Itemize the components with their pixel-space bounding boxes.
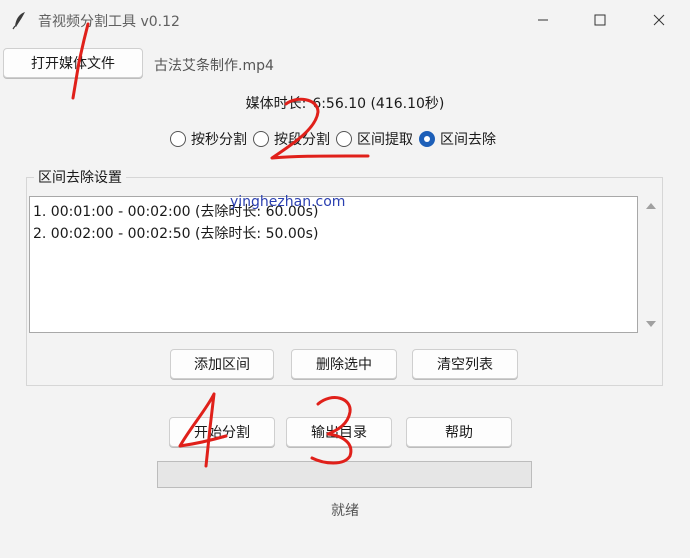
window-title: 音视频分割工具 v0.12 — [38, 14, 180, 30]
output-dir-button[interactable]: 输出目录 — [286, 417, 392, 447]
watermark-text: yinghezhan.com — [230, 194, 346, 210]
duration-value: 6:56.10 (416.10秒) — [312, 96, 445, 112]
radio-label: 按段分割 — [274, 132, 330, 148]
radio-split-by-segments[interactable]: 按段分割 — [253, 129, 330, 149]
media-duration: 媒体时长: 6:56.10 (416.10秒) — [0, 93, 690, 113]
clear-list-button[interactable]: 清空列表 — [412, 349, 518, 379]
radio-indicator — [253, 131, 269, 147]
duration-label: 媒体时长: — [245, 96, 307, 112]
radio-split-by-seconds[interactable]: 按秒分割 — [170, 129, 247, 149]
maximize-icon — [594, 14, 606, 26]
minimize-button[interactable] — [520, 0, 566, 40]
open-media-button[interactable]: 打开媒体文件 — [3, 48, 143, 78]
help-button[interactable]: 帮助 — [406, 417, 512, 447]
close-icon — [653, 14, 665, 26]
radio-range-remove[interactable]: 区间去除 — [419, 129, 496, 149]
feather-icon — [10, 10, 30, 30]
radio-indicator-selected — [419, 131, 435, 147]
radio-indicator — [170, 131, 186, 147]
radio-label: 按秒分割 — [191, 132, 247, 148]
maximize-button[interactable] — [577, 0, 623, 40]
add-range-button[interactable]: 添加区间 — [170, 349, 274, 379]
scroll-down-arrow-icon[interactable] — [644, 319, 658, 329]
mode-radio-group: 按秒分割 按段分割 区间提取 区间去除 — [170, 129, 502, 149]
minimize-icon — [538, 19, 548, 21]
radio-range-extract[interactable]: 区间提取 — [336, 129, 413, 149]
start-split-button[interactable]: 开始分割 — [169, 417, 275, 447]
file-name: 古法艾条制作.mp4 — [154, 58, 274, 74]
progress-bar — [157, 461, 532, 488]
close-button[interactable] — [636, 0, 682, 40]
delete-selected-button[interactable]: 删除选中 — [291, 349, 397, 379]
status-text: 就绪 — [331, 503, 359, 519]
radio-label: 区间提取 — [357, 132, 413, 148]
scroll-up-arrow-icon[interactable] — [644, 201, 658, 211]
group-title: 区间去除设置 — [34, 167, 126, 187]
title-bar: 音视频分割工具 v0.12 — [0, 0, 690, 40]
radio-label: 区间去除 — [440, 132, 496, 148]
list-item[interactable]: 2. 00:02:00 - 00:02:50 (去除时长: 50.00s) — [33, 223, 318, 243]
range-listbox[interactable]: 1. 00:01:00 - 00:02:00 (去除时长: 60.00s) 2.… — [29, 196, 638, 333]
radio-indicator — [336, 131, 352, 147]
